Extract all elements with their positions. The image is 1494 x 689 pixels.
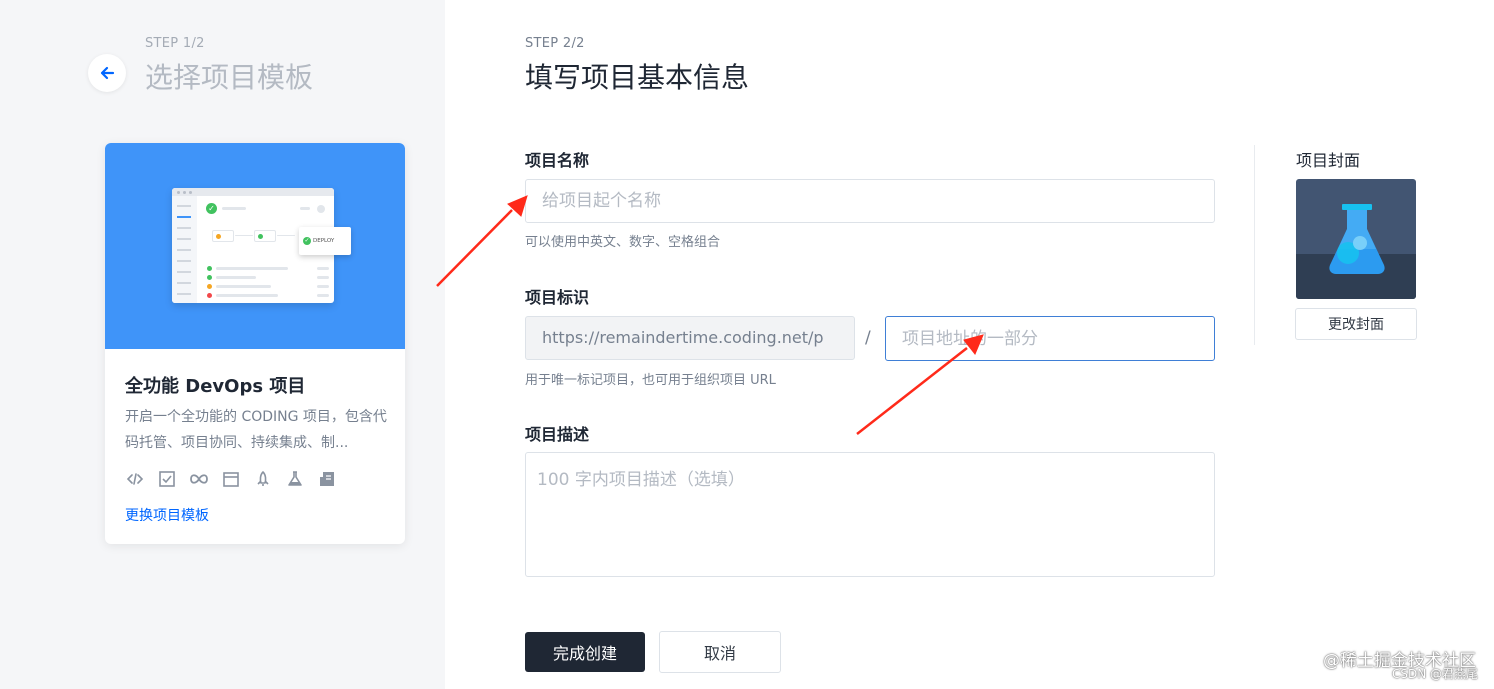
project-identifier-hint: 用于唯一标记项目，也可用于组织项目 URL (525, 373, 776, 388)
cover-label: 项目封面 (1296, 151, 1361, 170)
url-separator: / (865, 328, 871, 348)
project-name-hint: 可以使用中英文、数字、空格组合 (525, 235, 721, 250)
project-description-textarea[interactable] (525, 452, 1215, 577)
template-banner: ✓ ✓ DEPLOY (105, 143, 405, 349)
code-icon (125, 469, 145, 489)
template-card[interactable]: ✓ ✓ DEPLOY 全功能 DevOps 项目 开启一个全功能的 CODING… (105, 143, 405, 544)
document-icon (317, 469, 337, 489)
project-cover-image[interactable] (1296, 179, 1416, 299)
step-1-label: STEP 1/2 (145, 36, 205, 51)
window-icon (221, 469, 241, 489)
template-selection-panel: STEP 1/2 选择项目模板 ✓ ✓ DEPLOY 全功能 DevOps 项目… (0, 0, 445, 689)
rocket-icon (253, 469, 273, 489)
step-1-title: 选择项目模板 (145, 61, 314, 94)
arrow-left-icon (100, 66, 115, 80)
flask-icon (1329, 204, 1385, 274)
annotation-arrow-name (436, 195, 528, 287)
page-title: 填写项目基本信息 (525, 61, 750, 94)
template-feature-icons (125, 469, 337, 489)
project-name-label: 项目名称 (525, 151, 590, 170)
back-button[interactable] (88, 54, 126, 92)
template-description: 开启一个全功能的 CODING 项目，包含代码托管、项目协同、持续集成、制... (125, 409, 387, 451)
deploy-badge: ✓ DEPLOY (299, 227, 351, 255)
watermark-sub: CSDN @君燕尾 (1391, 667, 1478, 681)
cancel-button[interactable]: 取消 (659, 631, 781, 673)
change-cover-button[interactable]: 更改封面 (1295, 308, 1417, 340)
change-template-link[interactable]: 更换项目模板 (125, 505, 209, 525)
create-button[interactable]: 完成创建 (525, 632, 645, 672)
cover-divider (1254, 145, 1255, 345)
project-identifier-label: 项目标识 (525, 288, 590, 307)
project-description-label: 项目描述 (525, 425, 590, 444)
deploy-label: DEPLOY (313, 238, 335, 244)
url-prefix: https://remaindertime.coding.net/p (525, 316, 855, 360)
flask-icon (285, 469, 305, 489)
template-title: 全功能 DevOps 项目 (125, 376, 306, 397)
project-name-input[interactable] (525, 179, 1215, 223)
project-identifier-input[interactable] (885, 316, 1215, 361)
task-board-icon (157, 469, 177, 489)
infinity-icon (189, 469, 209, 489)
step-2-label: STEP 2/2 (525, 36, 585, 51)
